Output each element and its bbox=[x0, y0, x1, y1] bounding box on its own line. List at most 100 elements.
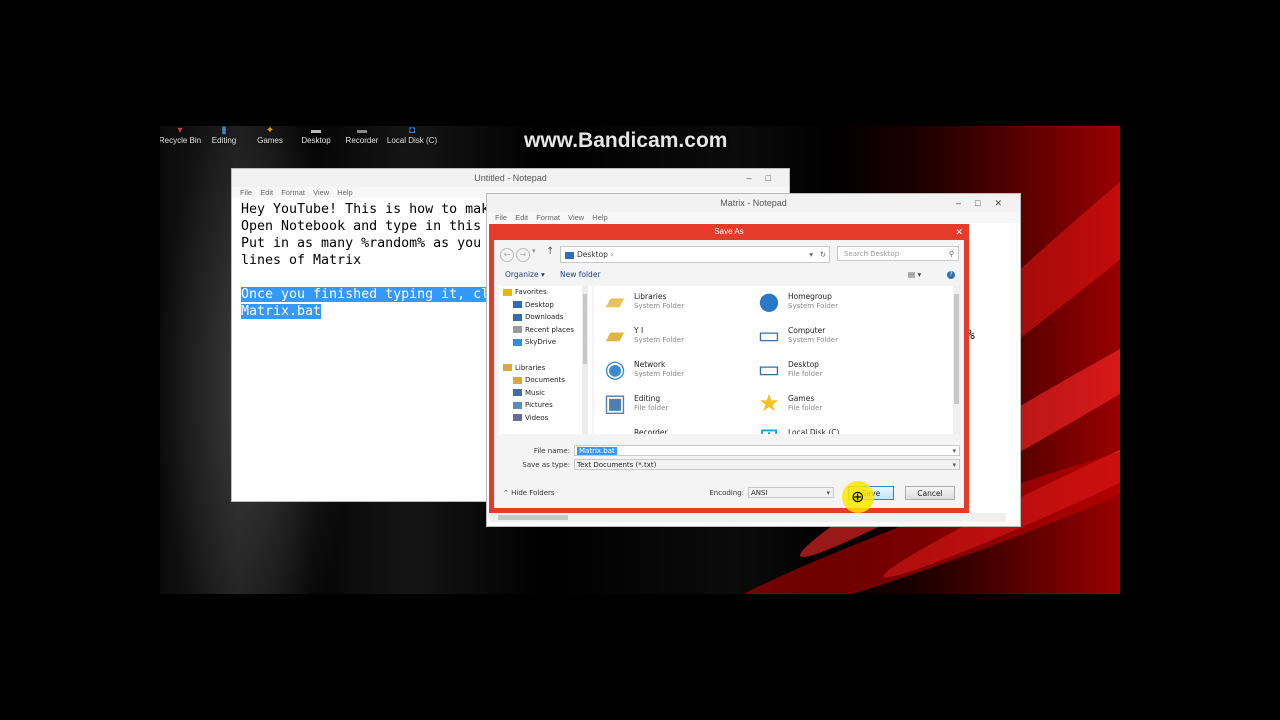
file-item[interactable]: ● Homegroup System Folder bbox=[754, 286, 904, 318]
up-arrow-icon[interactable]: ↑ bbox=[546, 246, 554, 257]
notepad-matrix-titlebar[interactable]: Matrix - Notepad –□✕ bbox=[487, 194, 1020, 212]
nav-item[interactable]: Music bbox=[499, 387, 592, 400]
file-type: System Folder bbox=[634, 302, 684, 310]
nav-item-icon bbox=[513, 338, 522, 346]
save-as-type-value: Text Documents (*.txt) bbox=[577, 461, 657, 469]
file-item[interactable]: ⊞Local Disk (C)Shortcut bbox=[754, 422, 904, 434]
minimize-icon[interactable]: – bbox=[956, 198, 975, 208]
selected-text-line: Once you finished typing it, cl bbox=[241, 287, 490, 302]
file-item[interactable]: ▰ Libraries System Folder bbox=[600, 286, 750, 318]
view-options-icon[interactable]: ▤ ▾ bbox=[908, 267, 921, 283]
windows-icon: ⊞ bbox=[756, 424, 782, 434]
nav-item[interactable]: Videos bbox=[499, 412, 592, 425]
chevron-up-icon: ⌃ bbox=[503, 489, 509, 497]
nav-item-label: Pictures bbox=[525, 401, 553, 410]
back-arrow-icon[interactable]: ← bbox=[500, 248, 514, 262]
file-list-scrollbar[interactable] bbox=[953, 286, 960, 434]
window-controls[interactable]: –□ bbox=[747, 169, 785, 187]
notepad-matrix-menubar: File Edit Format View Help bbox=[487, 212, 1020, 223]
horizontal-scrollbar[interactable] bbox=[490, 513, 1006, 522]
scrollbar-thumb[interactable] bbox=[498, 515, 568, 520]
recorder-icon: ▬ bbox=[602, 424, 628, 434]
nav-item-label: Recent places bbox=[525, 325, 574, 334]
star-icon: ★ bbox=[758, 389, 780, 417]
menu-edit[interactable]: Edit bbox=[515, 213, 528, 222]
navigation-pane[interactable]: Favorites Desktop Downloads Recent places Sk… bbox=[499, 286, 592, 434]
nav-item[interactable]: Pictures bbox=[499, 399, 592, 412]
breadcrumb: Desktop bbox=[577, 250, 608, 259]
menu-view[interactable]: View bbox=[313, 188, 329, 197]
window-controls[interactable]: –□✕ bbox=[956, 194, 1016, 212]
nav-item-icon bbox=[513, 301, 522, 309]
dialog-title: Save As bbox=[714, 227, 744, 236]
file-name: Local Disk (C) bbox=[788, 428, 840, 434]
menu-help[interactable]: Help bbox=[337, 188, 352, 197]
file-item[interactable]: ▬ Recorder bbox=[600, 422, 750, 434]
file-list[interactable]: ▰ Libraries System Folder ● Homegroup System … bbox=[594, 286, 959, 434]
nav-item[interactable]: Desktop bbox=[499, 299, 592, 312]
menu-view[interactable]: View bbox=[568, 213, 584, 222]
cancel-button[interactable]: Cancel bbox=[905, 486, 955, 500]
chevron-down-icon[interactable]: ▾ bbox=[826, 488, 830, 499]
file-item[interactable]: ★ Games File folder bbox=[754, 388, 904, 420]
search-input[interactable]: Search Desktop ⚲ bbox=[837, 246, 959, 261]
address-bar[interactable]: Desktop › ▾ ↻ bbox=[560, 246, 830, 263]
nav-item-label: Videos bbox=[525, 413, 549, 422]
file-item[interactable]: ▭ Desktop File folder bbox=[754, 354, 904, 386]
encoding-select[interactable]: ANSI ▾ bbox=[748, 487, 834, 498]
save-as-titlebar[interactable]: Save As ✕ bbox=[489, 224, 969, 240]
menu-edit[interactable]: Edit bbox=[260, 188, 273, 197]
nav-item-label: Desktop bbox=[525, 300, 554, 309]
chevron-down-icon[interactable]: ▾ bbox=[952, 460, 956, 471]
desktop-icon-local-disk[interactable]: ◘ Local Disk (C) bbox=[382, 126, 442, 145]
nav-item-icon bbox=[513, 389, 522, 397]
chevron-down-icon[interactable]: ▾ bbox=[952, 446, 956, 457]
new-folder-button[interactable]: New folder bbox=[560, 267, 601, 283]
file-name-input[interactable]: Matrix.bat ▾ bbox=[574, 445, 960, 456]
search-icon: ⚲ bbox=[948, 250, 954, 258]
file-type: File folder bbox=[634, 404, 669, 412]
hide-folders-toggle[interactable]: ⌃ Hide Folders bbox=[503, 489, 555, 497]
nav-item[interactable]: SkyDrive bbox=[499, 336, 592, 349]
nav-item[interactable]: Documents bbox=[499, 374, 592, 387]
save-as-dialog[interactable]: Save As ✕ ← → ▾ ↑ Desktop › ▾ ↻ Search D… bbox=[489, 224, 969, 513]
file-item[interactable]: ▰ Y I System Folder bbox=[600, 320, 750, 352]
maximize-icon[interactable]: □ bbox=[975, 198, 994, 208]
encoding-value: ANSI bbox=[751, 489, 768, 497]
nav-item-label: SkyDrive bbox=[525, 338, 557, 347]
nav-item[interactable]: Downloads bbox=[499, 311, 592, 324]
scrollbar-thumb[interactable] bbox=[954, 294, 959, 404]
notepad-untitled-titlebar[interactable]: Untitled - Notepad –□ bbox=[232, 169, 789, 187]
nav-item bbox=[499, 349, 592, 362]
maximize-icon[interactable]: □ bbox=[766, 173, 785, 183]
save-as-type-select[interactable]: Text Documents (*.txt) ▾ bbox=[574, 459, 960, 470]
file-name: Desktop bbox=[788, 360, 819, 369]
help-icon[interactable]: ? bbox=[947, 271, 955, 279]
nav-item[interactable]: Libraries bbox=[499, 362, 592, 375]
nav-item[interactable]: Favorites bbox=[499, 286, 592, 299]
file-item[interactable]: ▣ Editing File folder bbox=[600, 388, 750, 420]
file-item[interactable]: ▭ Computer System Folder bbox=[754, 320, 904, 352]
close-icon[interactable]: ✕ bbox=[994, 198, 1016, 208]
menu-help[interactable]: Help bbox=[592, 213, 607, 222]
minimize-icon[interactable]: – bbox=[747, 173, 766, 183]
menu-file[interactable]: File bbox=[240, 188, 252, 197]
nav-item-label: Documents bbox=[525, 376, 565, 385]
menu-format[interactable]: Format bbox=[281, 188, 305, 197]
nav-pane-scrollbar[interactable] bbox=[582, 286, 588, 434]
nav-item-icon bbox=[503, 288, 512, 296]
menu-format[interactable]: Format bbox=[536, 213, 560, 222]
menu-file[interactable]: File bbox=[495, 213, 507, 222]
organize-button[interactable]: Organize ▾ bbox=[505, 267, 545, 283]
refresh-icon[interactable]: ↻ bbox=[820, 247, 826, 262]
close-icon[interactable]: ✕ bbox=[955, 224, 963, 240]
chevron-down-icon[interactable]: ▾ bbox=[809, 247, 813, 262]
nav-item[interactable]: Recent places bbox=[499, 324, 592, 337]
chevron-down-icon[interactable]: ▾ bbox=[532, 247, 536, 255]
nav-item-label: Libraries bbox=[515, 363, 546, 372]
file-item[interactable]: ◉ Network System Folder bbox=[600, 354, 750, 386]
save-as-body: ← → ▾ ↑ Desktop › ▾ ↻ Search Desktop ⚲ O… bbox=[494, 240, 964, 508]
scrollbar-thumb[interactable] bbox=[583, 294, 587, 364]
nav-item-icon bbox=[513, 376, 522, 384]
forward-arrow-icon[interactable]: → bbox=[516, 248, 530, 262]
